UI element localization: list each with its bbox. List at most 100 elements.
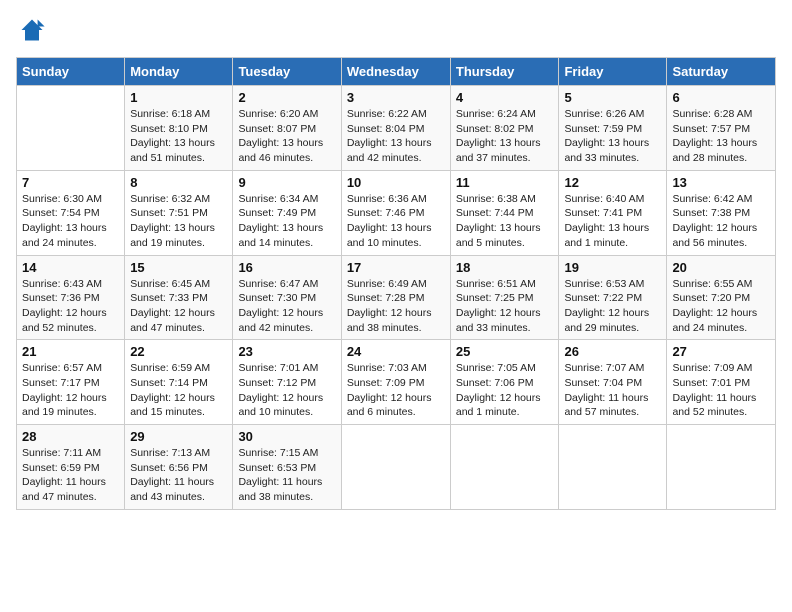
column-header-monday: Monday xyxy=(125,58,233,86)
calendar-cell: 10 Sunrise: 6:36 AMSunset: 7:46 PMDayligh… xyxy=(341,170,450,255)
column-header-tuesday: Tuesday xyxy=(233,58,341,86)
day-number: 9 xyxy=(238,175,335,190)
calendar-cell: 14 Sunrise: 6:43 AMSunset: 7:36 PMDayligh… xyxy=(17,255,125,340)
calendar-header-row: SundayMondayTuesdayWednesdayThursdayFrid… xyxy=(17,58,776,86)
day-number: 7 xyxy=(22,175,119,190)
day-number: 1 xyxy=(130,90,227,105)
day-info: Sunrise: 6:40 AMSunset: 7:41 PMDaylight:… xyxy=(564,192,661,251)
calendar-cell: 15 Sunrise: 6:45 AMSunset: 7:33 PMDayligh… xyxy=(125,255,233,340)
day-number: 5 xyxy=(564,90,661,105)
day-info: Sunrise: 6:32 AMSunset: 7:51 PMDaylight:… xyxy=(130,192,227,251)
day-number: 26 xyxy=(564,344,661,359)
day-info: Sunrise: 6:45 AMSunset: 7:33 PMDaylight:… xyxy=(130,277,227,336)
column-header-sunday: Sunday xyxy=(17,58,125,86)
calendar-cell: 21 Sunrise: 6:57 AMSunset: 7:17 PMDayligh… xyxy=(17,340,125,425)
day-number: 10 xyxy=(347,175,445,190)
day-number: 8 xyxy=(130,175,227,190)
day-number: 24 xyxy=(347,344,445,359)
calendar-cell: 6 Sunrise: 6:28 AMSunset: 7:57 PMDaylight… xyxy=(667,86,776,171)
day-info: Sunrise: 7:09 AMSunset: 7:01 PMDaylight:… xyxy=(672,361,770,420)
calendar-cell: 4 Sunrise: 6:24 AMSunset: 8:02 PMDaylight… xyxy=(450,86,559,171)
logo-icon xyxy=(18,16,46,44)
day-info: Sunrise: 6:28 AMSunset: 7:57 PMDaylight:… xyxy=(672,107,770,166)
day-number: 11 xyxy=(456,175,554,190)
day-info: Sunrise: 6:59 AMSunset: 7:14 PMDaylight:… xyxy=(130,361,227,420)
day-info: Sunrise: 6:36 AMSunset: 7:46 PMDaylight:… xyxy=(347,192,445,251)
calendar-cell: 19Sunrise: 6:53 AMSunset: 7:22 PMDayligh… xyxy=(559,255,667,340)
day-info: Sunrise: 7:07 AMSunset: 7:04 PMDaylight:… xyxy=(564,361,661,420)
day-info: Sunrise: 6:30 AMSunset: 7:54 PMDaylight:… xyxy=(22,192,119,251)
day-number: 30 xyxy=(238,429,335,444)
day-number: 6 xyxy=(672,90,770,105)
calendar-week-row: 1 Sunrise: 6:18 AMSunset: 8:10 PMDaylight… xyxy=(17,86,776,171)
day-number: 3 xyxy=(347,90,445,105)
calendar-week-row: 28Sunrise: 7:11 AMSunset: 6:59 PMDayligh… xyxy=(17,425,776,510)
calendar-cell: 26 Sunrise: 7:07 AMSunset: 7:04 PMDayligh… xyxy=(559,340,667,425)
day-info: Sunrise: 6:47 AMSunset: 7:30 PMDaylight:… xyxy=(238,277,335,336)
calendar-cell: 28Sunrise: 7:11 AMSunset: 6:59 PMDayligh… xyxy=(17,425,125,510)
day-number: 12 xyxy=(564,175,661,190)
day-info: Sunrise: 6:22 AMSunset: 8:04 PMDaylight:… xyxy=(347,107,445,166)
calendar-table: SundayMondayTuesdayWednesdayThursdayFrid… xyxy=(16,57,776,510)
calendar-cell: 24Sunrise: 7:03 AMSunset: 7:09 PMDayligh… xyxy=(341,340,450,425)
calendar-cell: 16 Sunrise: 6:47 AMSunset: 7:30 PMDayligh… xyxy=(233,255,341,340)
calendar-cell xyxy=(450,425,559,510)
day-number: 29 xyxy=(130,429,227,444)
calendar-cell: 5 Sunrise: 6:26 AMSunset: 7:59 PMDaylight… xyxy=(559,86,667,171)
day-number: 4 xyxy=(456,90,554,105)
day-info: Sunrise: 6:57 AMSunset: 7:17 PMDaylight:… xyxy=(22,361,119,420)
calendar-cell: 23 Sunrise: 7:01 AMSunset: 7:12 PMDayligh… xyxy=(233,340,341,425)
day-number: 16 xyxy=(238,260,335,275)
page-header xyxy=(16,16,776,49)
day-number: 23 xyxy=(238,344,335,359)
calendar-cell: 30 Sunrise: 7:15 AMSunset: 6:53 PMDayligh… xyxy=(233,425,341,510)
calendar-cell xyxy=(667,425,776,510)
day-info: Sunrise: 6:24 AMSunset: 8:02 PMDaylight:… xyxy=(456,107,554,166)
day-info: Sunrise: 6:34 AMSunset: 7:49 PMDaylight:… xyxy=(238,192,335,251)
day-number: 25 xyxy=(456,344,554,359)
day-info: Sunrise: 6:53 AMSunset: 7:22 PMDaylight:… xyxy=(564,277,661,336)
day-info: Sunrise: 6:38 AMSunset: 7:44 PMDaylight:… xyxy=(456,192,554,251)
day-info: Sunrise: 7:13 AMSunset: 6:56 PMDaylight:… xyxy=(130,446,227,505)
day-number: 13 xyxy=(672,175,770,190)
calendar-cell: 12 Sunrise: 6:40 AMSunset: 7:41 PMDayligh… xyxy=(559,170,667,255)
day-number: 2 xyxy=(238,90,335,105)
day-info: Sunrise: 6:43 AMSunset: 7:36 PMDaylight:… xyxy=(22,277,119,336)
day-number: 15 xyxy=(130,260,227,275)
calendar-cell: 29 Sunrise: 7:13 AMSunset: 6:56 PMDayligh… xyxy=(125,425,233,510)
day-info: Sunrise: 6:26 AMSunset: 7:59 PMDaylight:… xyxy=(564,107,661,166)
calendar-cell: 7 Sunrise: 6:30 AMSunset: 7:54 PMDaylight… xyxy=(17,170,125,255)
day-info: Sunrise: 6:55 AMSunset: 7:20 PMDaylight:… xyxy=(672,277,770,336)
calendar-cell: 17Sunrise: 6:49 AMSunset: 7:28 PMDayligh… xyxy=(341,255,450,340)
calendar-week-row: 21 Sunrise: 6:57 AMSunset: 7:17 PMDayligh… xyxy=(17,340,776,425)
calendar-cell: 20 Sunrise: 6:55 AMSunset: 7:20 PMDayligh… xyxy=(667,255,776,340)
column-header-saturday: Saturday xyxy=(667,58,776,86)
calendar-cell: 25Sunrise: 7:05 AMSunset: 7:06 PMDayligh… xyxy=(450,340,559,425)
day-number: 22 xyxy=(130,344,227,359)
column-header-wednesday: Wednesday xyxy=(341,58,450,86)
day-info: Sunrise: 6:42 AMSunset: 7:38 PMDaylight:… xyxy=(672,192,770,251)
calendar-week-row: 7 Sunrise: 6:30 AMSunset: 7:54 PMDaylight… xyxy=(17,170,776,255)
calendar-cell: 9 Sunrise: 6:34 AMSunset: 7:49 PMDaylight… xyxy=(233,170,341,255)
calendar-cell: 3 Sunrise: 6:22 AMSunset: 8:04 PMDaylight… xyxy=(341,86,450,171)
calendar-cell: 2 Sunrise: 6:20 AMSunset: 8:07 PMDaylight… xyxy=(233,86,341,171)
calendar-cell xyxy=(559,425,667,510)
day-number: 21 xyxy=(22,344,119,359)
day-number: 27 xyxy=(672,344,770,359)
calendar-cell: 11 Sunrise: 6:38 AMSunset: 7:44 PMDayligh… xyxy=(450,170,559,255)
day-info: Sunrise: 6:20 AMSunset: 8:07 PMDaylight:… xyxy=(238,107,335,166)
day-number: 20 xyxy=(672,260,770,275)
calendar-cell: 18Sunrise: 6:51 AMSunset: 7:25 PMDayligh… xyxy=(450,255,559,340)
calendar-week-row: 14 Sunrise: 6:43 AMSunset: 7:36 PMDayligh… xyxy=(17,255,776,340)
day-number: 17 xyxy=(347,260,445,275)
day-info: Sunrise: 7:15 AMSunset: 6:53 PMDaylight:… xyxy=(238,446,335,505)
day-info: Sunrise: 7:01 AMSunset: 7:12 PMDaylight:… xyxy=(238,361,335,420)
calendar-cell xyxy=(341,425,450,510)
day-info: Sunrise: 6:51 AMSunset: 7:25 PMDaylight:… xyxy=(456,277,554,336)
day-number: 14 xyxy=(22,260,119,275)
calendar-cell: 8 Sunrise: 6:32 AMSunset: 7:51 PMDaylight… xyxy=(125,170,233,255)
calendar-cell: 22 Sunrise: 6:59 AMSunset: 7:14 PMDayligh… xyxy=(125,340,233,425)
calendar-cell: 27 Sunrise: 7:09 AMSunset: 7:01 PMDayligh… xyxy=(667,340,776,425)
calendar-cell xyxy=(17,86,125,171)
day-info: Sunrise: 6:18 AMSunset: 8:10 PMDaylight:… xyxy=(130,107,227,166)
